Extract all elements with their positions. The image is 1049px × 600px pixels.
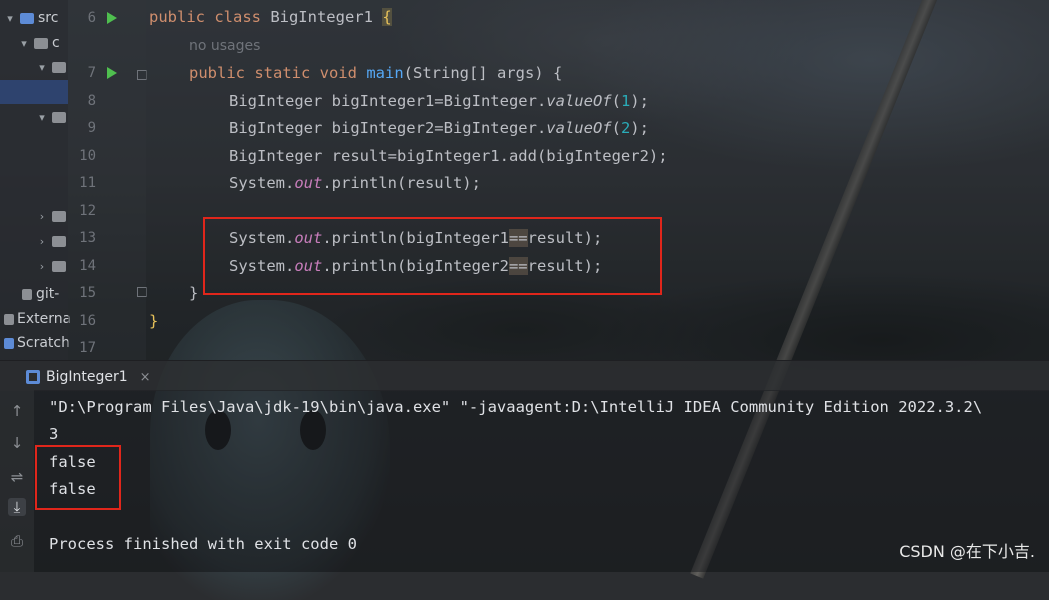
keyword-token: public static void (189, 64, 357, 82)
code-line-7: public static void main(String[] args) { (189, 64, 562, 82)
library-icon (4, 313, 14, 325)
line-number: 15 (79, 285, 96, 301)
project-tree-panel: ▾ src ▾ c ▾ ▾ › › › git- Externa Scratch (0, 0, 71, 360)
chevron-right-icon[interactable]: › (36, 235, 48, 248)
highlight-box-code (203, 217, 662, 295)
run-toolbar: ↑ ↓ ⇌ ⤓ ⎙ (0, 390, 34, 572)
code-token: ( (611, 92, 621, 110)
package-icon (52, 61, 66, 73)
highlight-box-output (35, 445, 121, 510)
line-number: 8 (87, 93, 96, 109)
tree-item-subpackage[interactable]: ▾ (36, 56, 70, 78)
soft-wrap-icon[interactable]: ⇌ (8, 468, 26, 486)
tree-item-label: c (52, 35, 60, 51)
package-icon (52, 235, 66, 247)
tree-item-external-libraries[interactable]: Externa (2, 308, 71, 330)
tree-item-scratches[interactable]: Scratch (2, 332, 70, 354)
class-name-token: BigInteger1 (260, 8, 383, 26)
tree-item-git[interactable]: git- (18, 283, 59, 305)
tree-item-label: src (38, 10, 59, 26)
print-icon[interactable]: ⎙ (8, 532, 26, 550)
tree-item-collapsed-3[interactable]: › (36, 255, 70, 277)
code-token: ( (611, 119, 621, 137)
code-line-11: System.out.println(result); (229, 174, 481, 192)
package-icon (52, 210, 66, 222)
close-icon[interactable]: × (140, 370, 151, 385)
code-line-8: BigInteger bigInteger1=BigInteger.valueO… (229, 92, 649, 110)
csdn-watermark: CSDN @在下小吉. (899, 542, 1035, 561)
tab-run-biginteger1[interactable]: BigInteger1 × (26, 366, 151, 388)
number-token: 2 (620, 119, 631, 137)
line-number: 16 (79, 313, 96, 329)
chevron-down-icon[interactable]: ▾ (18, 37, 30, 50)
static-field-token: out (294, 174, 323, 192)
line-number: 7 (87, 65, 96, 81)
tree-item-label: Externa (17, 311, 72, 327)
chevron-right-icon[interactable]: › (36, 210, 48, 223)
tree-item-label: git- (36, 286, 60, 302)
package-icon (52, 111, 66, 123)
line-number: 11 (79, 175, 96, 191)
run-main-icon[interactable] (107, 67, 117, 79)
number-token: 1 (620, 92, 631, 110)
tab-label: BigInteger1 (46, 369, 128, 385)
run-config-icon (26, 370, 40, 384)
code-line-9: BigInteger bigInteger2=BigInteger.valueO… (229, 119, 649, 137)
scroll-to-end-icon[interactable]: ⤓ (8, 498, 26, 516)
line-number: 13 (79, 230, 96, 246)
code-token: .println(result); (322, 174, 481, 192)
line-number: 10 (79, 148, 96, 164)
usages-hint[interactable]: no usages (189, 38, 260, 54)
console-line-result: 3 (49, 425, 59, 443)
tree-item-src[interactable]: ▾ src (4, 7, 58, 29)
tree-selected-row[interactable] (0, 80, 68, 104)
method-token: valueOf (546, 92, 612, 110)
code-token: BigInteger bigInteger2=BigInteger. (229, 119, 547, 137)
code-line-16: } (149, 312, 159, 330)
file-icon (22, 288, 32, 300)
line-number: 17 (79, 340, 96, 356)
brace-token: { (382, 8, 392, 26)
package-icon (34, 37, 48, 49)
code-token: ); (630, 119, 649, 137)
scroll-up-icon[interactable]: ↑ (8, 402, 26, 420)
line-number: 12 (79, 203, 96, 219)
tree-item-package[interactable]: ▾ c (18, 32, 60, 54)
code-token: BigInteger bigInteger1=BigInteger. (229, 92, 547, 110)
chevron-down-icon[interactable]: ▾ (36, 111, 48, 124)
tree-item-subpackage-2[interactable]: ▾ (36, 106, 70, 128)
package-icon (52, 260, 66, 272)
chevron-right-icon[interactable]: › (36, 260, 48, 273)
method-token: valueOf (546, 119, 612, 137)
tree-item-collapsed-2[interactable]: › (36, 230, 70, 252)
editor-gutter: 6 7 8 9 10 11 12 13 14 15 16 17 (68, 0, 147, 360)
console-line-command: "D:\Program Files\Java\jdk-19\bin\java.e… (49, 398, 983, 416)
line-number: 6 (87, 10, 96, 26)
code-line-6: public class BigInteger1 { (149, 8, 392, 26)
code-token: System. (229, 174, 295, 192)
code-line-15: } (189, 284, 199, 302)
scroll-down-icon[interactable]: ↓ (8, 434, 26, 452)
chevron-down-icon[interactable]: ▾ (36, 61, 48, 74)
code-editor[interactable]: public class BigInteger1 { no usages pub… (146, 0, 1049, 360)
keyword-token: public class (149, 8, 261, 26)
method-token: main (366, 64, 404, 82)
tree-item-collapsed-1[interactable]: › (36, 205, 70, 227)
line-number: 9 (87, 120, 96, 136)
console-line-exit: Process finished with exit code 0 (49, 535, 357, 553)
run-class-icon[interactable] (107, 12, 117, 24)
line-number: 14 (79, 258, 96, 274)
code-line-10: BigInteger result=bigInteger1.add(bigInt… (229, 147, 668, 165)
folder-icon (20, 12, 34, 24)
tree-item-label: Scratch (17, 335, 70, 351)
chevron-down-icon[interactable]: ▾ (4, 12, 16, 25)
code-token: (String[] args) { (403, 64, 563, 82)
run-panel-header: BigInteger1 × (0, 360, 1049, 391)
console-output[interactable]: "D:\Program Files\Java\jdk-19\bin\java.e… (34, 390, 1049, 572)
code-token: ); (630, 92, 649, 110)
scratch-icon (4, 337, 14, 349)
